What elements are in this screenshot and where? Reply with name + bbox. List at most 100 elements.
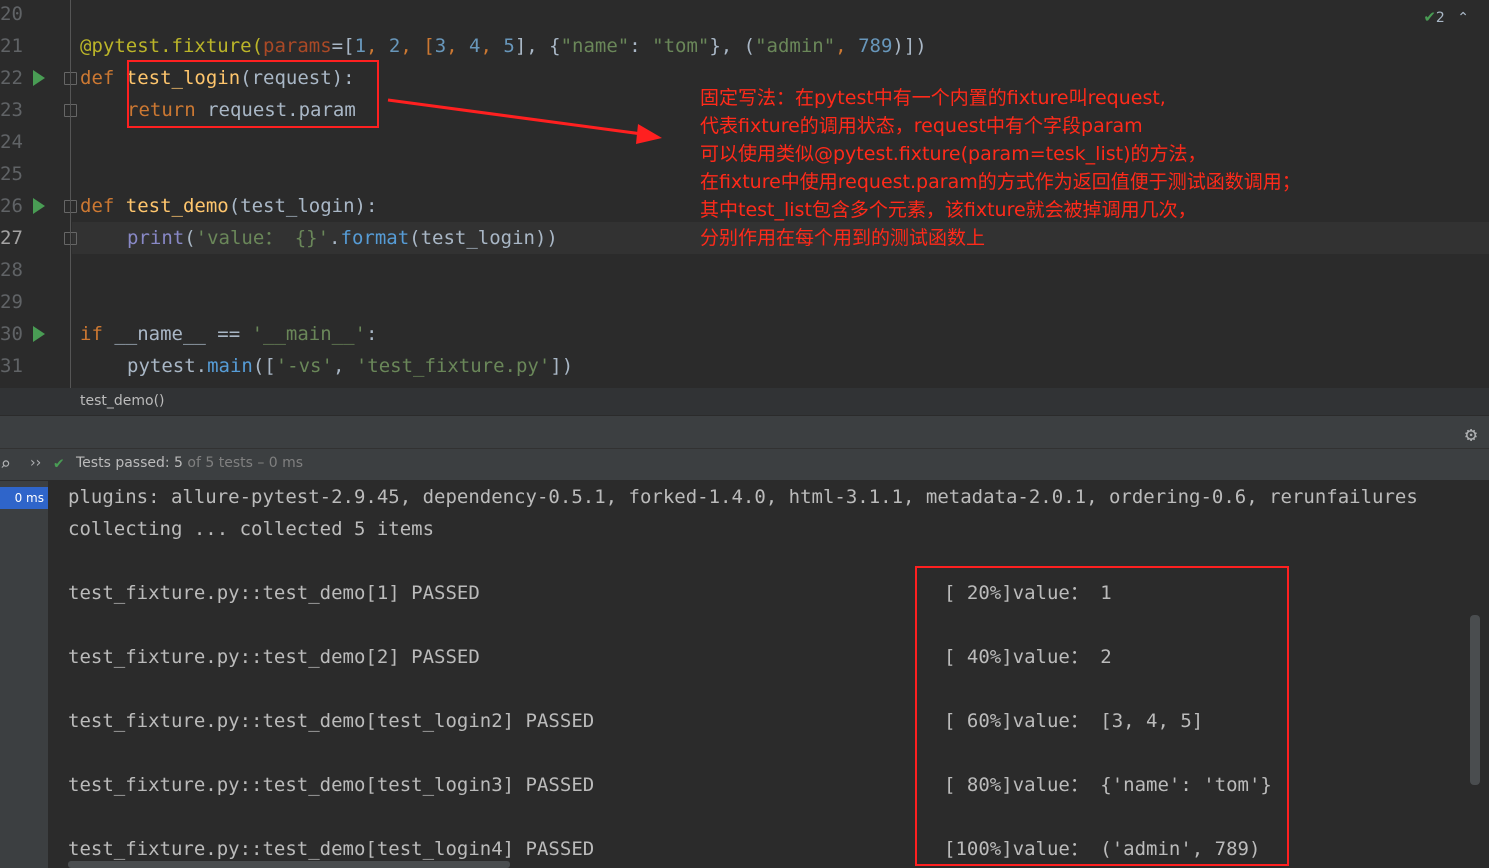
keyword-token: def — [80, 195, 126, 217]
keyword-token: if — [80, 323, 115, 345]
inspection-count: 2 — [1435, 10, 1445, 26]
code-token: }, ( — [709, 35, 756, 57]
console-line: test_fixture.py::test_demo[test_login3] … — [68, 774, 595, 796]
string-token: "tom" — [652, 35, 710, 57]
code-token: ( — [184, 227, 196, 249]
number-token: 3 — [434, 35, 447, 57]
line-number: 23 — [0, 99, 23, 121]
code-editor[interactable]: 20 21 22 23 24 25 26 27 28 29 30 31 @pyt… — [0, 0, 1489, 388]
number-token: 2 — [388, 35, 401, 57]
code-token: __name__ == — [114, 323, 252, 345]
code-token: , — [835, 35, 859, 57]
highlight-box — [127, 60, 379, 128]
line-number: 31 — [0, 355, 23, 377]
console-line: test_fixture.py::test_demo[test_login2] … — [68, 710, 595, 732]
code-line: @pytest.fixture(params=[1, 2, [3, 4, 5],… — [80, 30, 927, 62]
builtin-token: print — [127, 227, 185, 249]
annotation-line: 固定写法：在pytest中有一个内置的fixture叫request, — [700, 87, 1166, 109]
test-duration[interactable]: 0 ms — [0, 487, 48, 509]
code-line: def test_demo(test_login): — [80, 190, 377, 222]
breadcrumb[interactable]: test_demo() — [0, 388, 1489, 416]
check-icon: ✔ — [1423, 8, 1436, 26]
code-token: . — [329, 227, 341, 249]
annotation-line: 分别作用在每个用到的测试函数上 — [700, 227, 986, 249]
check-icon: ✔ — [54, 453, 64, 472]
tests-status-text: Tests passed: 5 of 5 tests – 0 ms — [76, 455, 303, 471]
code-line: pytest.main(['-vs', 'test_fixture.py']) — [127, 350, 573, 382]
code-token: : — [366, 323, 378, 345]
function-name-token: test_demo — [125, 195, 229, 217]
code-token: , — [366, 35, 389, 57]
code-token: , — [332, 355, 356, 377]
line-number: 24 — [0, 131, 23, 153]
status-suffix: of 5 tests – 0 ms — [182, 455, 304, 471]
arrow-icon — [387, 98, 662, 144]
param-token: params — [263, 35, 332, 57]
line-number: 22 — [0, 67, 23, 89]
string-token: "name" — [560, 35, 630, 57]
run-test-icon[interactable] — [33, 70, 45, 86]
line-number: 20 — [0, 3, 23, 25]
number-token: 4 — [469, 35, 481, 57]
horizontal-scrollbar[interactable] — [68, 861, 510, 868]
string-token: '__main__' — [251, 323, 366, 345]
line-number: 21 — [0, 35, 23, 57]
code-token: (test_login): — [228, 195, 378, 217]
keyword-token: def — [80, 67, 126, 89]
annotation-line: 可以使用类似@pytest.fixture(param=tesk_list)的方… — [700, 143, 1207, 165]
chevron-up-icon[interactable]: ⌃ — [1457, 10, 1469, 26]
line-number: 25 — [0, 163, 23, 185]
console-line: test_fixture.py::test_demo[2] PASSED — [68, 646, 480, 668]
gutter-separator — [70, 0, 71, 388]
string-token: 'value： {}' — [195, 227, 330, 249]
line-number: 29 — [0, 291, 23, 313]
expand-icon[interactable]: ›› — [30, 455, 41, 471]
number-token: 789 — [858, 35, 893, 57]
annotation-line: 其中test_list包含多个元素，该fixture就会被掉调用几次， — [700, 199, 1197, 221]
code-line: print('value： {}'.format(test_login)) — [127, 222, 558, 254]
decorator-token: @pytest.fixture( — [80, 35, 264, 57]
console-line: test_fixture.py::test_demo[1] PASSED — [68, 582, 480, 604]
code-token: )]) — [892, 35, 927, 57]
code-token: pytest. — [127, 355, 208, 377]
console-line: plugins: allure-pytest-2.9.45, dependenc… — [68, 486, 1418, 508]
run-tool-header: ⚙ — [0, 416, 1489, 449]
breadcrumb-item[interactable]: test_demo() — [80, 393, 165, 409]
gear-icon[interactable]: ⚙ — [1465, 422, 1477, 446]
string-token: '-vs' — [275, 355, 333, 377]
annotation-line: 代表fixture的调用状态，request中有个字段param — [700, 115, 1143, 137]
line-number: 27 — [0, 227, 23, 249]
code-line: if __name__ == '__main__': — [80, 318, 377, 350]
method-token: main — [207, 355, 253, 377]
code-token: (test_login)) — [409, 227, 558, 249]
string-token: "admin" — [755, 35, 836, 57]
code-token: ([ — [252, 355, 276, 377]
number-token: 1 — [354, 35, 367, 57]
search-icon[interactable]: ⌕ — [0, 454, 11, 475]
test-tree-pane[interactable]: 0 ms — [0, 481, 48, 868]
number-token: 5 — [503, 35, 515, 57]
line-number: 26 — [0, 195, 23, 217]
highlight-box — [915, 566, 1289, 866]
annotation-note: 固定写法：在pytest中有一个内置的fixture叫request, 代表fi… — [700, 84, 1301, 252]
run-main-icon[interactable] — [33, 326, 45, 342]
inspection-widget[interactable]: ✔2 ⌃ — [1423, 8, 1469, 26]
console-line: collecting ... collected 5 items — [68, 518, 435, 540]
code-token: , — [480, 35, 504, 57]
code-token: , — [446, 35, 470, 57]
annotation-line: 在fixture中使用request.param的方式作为返回值便于测试函数调用… — [700, 171, 1301, 193]
test-status-bar: ⌕ ›› ✔ Tests passed: 5 of 5 tests – 0 ms — [0, 449, 1489, 481]
code-token: : — [629, 35, 653, 57]
run-test-icon[interactable] — [33, 198, 45, 214]
code-token: =[ — [331, 35, 355, 57]
status-count: 5 — [174, 455, 183, 471]
method-token: format — [340, 227, 410, 249]
code-token: ], { — [514, 35, 561, 57]
status-prefix: Tests passed: — [76, 455, 175, 471]
line-number: 30 — [0, 323, 23, 345]
vertical-scrollbar[interactable] — [1470, 615, 1480, 785]
line-number: 28 — [0, 259, 23, 281]
code-token: ]) — [550, 355, 574, 377]
code-token: , [ — [400, 35, 435, 57]
string-token: 'test_fixture.py' — [355, 355, 551, 377]
